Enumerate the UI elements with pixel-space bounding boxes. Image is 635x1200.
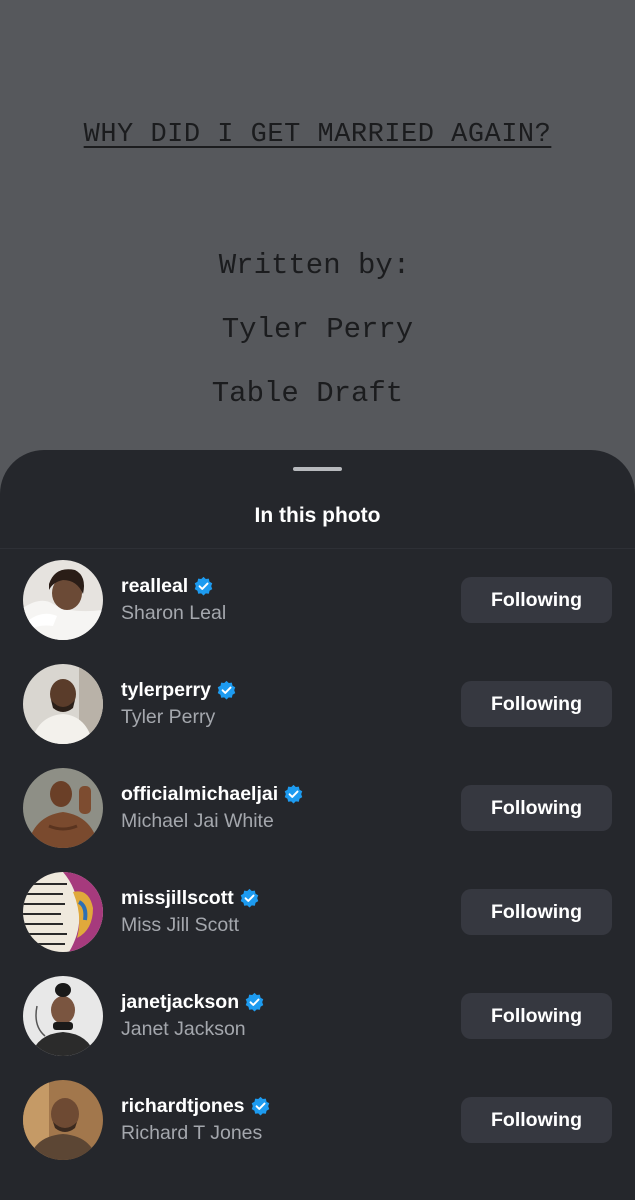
avatar[interactable]: [23, 768, 103, 848]
script-title: WHY DID I GET MARRIED AGAIN?: [83, 120, 552, 150]
sheet-grabber-handle[interactable]: [293, 467, 342, 471]
background-photo: WHY DID I GET MARRIED AGAIN? Written by:…: [0, 0, 635, 470]
script-written-by: Written by:: [218, 249, 411, 282]
person-row[interactable]: janetjackson Janet Jackson Following: [0, 976, 635, 1080]
sheet-title: In this photo: [254, 504, 381, 527]
following-button[interactable]: Following: [461, 577, 612, 623]
tagged-people-sheet: In this photo realleal Sharon Leal Follo…: [0, 450, 635, 1200]
verified-badge-icon: [283, 784, 304, 805]
username[interactable]: officialmichaeljai: [121, 783, 278, 806]
full-name: Miss Jill Scott: [121, 914, 240, 936]
full-name: Richard T Jones: [121, 1122, 263, 1144]
verified-badge-icon: [216, 680, 237, 701]
username[interactable]: missjillscott: [121, 887, 234, 910]
following-button[interactable]: Following: [461, 785, 612, 831]
script-draft: Table Draft: [211, 377, 404, 410]
verified-badge-icon: [244, 992, 265, 1013]
following-button[interactable]: Following: [461, 681, 612, 727]
avatar[interactable]: [23, 560, 103, 640]
following-button[interactable]: Following: [461, 889, 612, 935]
avatar[interactable]: [23, 872, 103, 952]
username[interactable]: janetjackson: [121, 991, 239, 1014]
script-author: Tyler Perry: [221, 313, 414, 346]
person-row[interactable]: realleal Sharon Leal Following: [0, 560, 635, 664]
verified-badge-icon: [250, 1096, 271, 1117]
person-row[interactable]: missjillscott Miss Jill Scott Following: [0, 872, 635, 976]
avatar[interactable]: [23, 1080, 103, 1160]
following-button[interactable]: Following: [461, 1097, 612, 1143]
avatar[interactable]: [23, 976, 103, 1056]
divider: [0, 548, 635, 549]
person-row[interactable]: richardtjones Richard T Jones Following: [0, 1080, 635, 1184]
avatar[interactable]: [23, 664, 103, 744]
username[interactable]: realleal: [121, 575, 188, 598]
person-row[interactable]: tylerperry Tyler Perry Following: [0, 664, 635, 768]
full-name: Tyler Perry: [121, 706, 216, 728]
username[interactable]: tylerperry: [121, 679, 211, 702]
full-name: Janet Jackson: [121, 1018, 246, 1040]
following-button[interactable]: Following: [461, 993, 612, 1039]
verified-badge-icon: [239, 888, 260, 909]
full-name: Sharon Leal: [121, 602, 227, 624]
username[interactable]: richardtjones: [121, 1095, 245, 1118]
full-name: Michael Jai White: [121, 810, 274, 832]
person-row[interactable]: officialmichaeljai Michael Jai White Fol…: [0, 768, 635, 872]
verified-badge-icon: [193, 576, 214, 597]
